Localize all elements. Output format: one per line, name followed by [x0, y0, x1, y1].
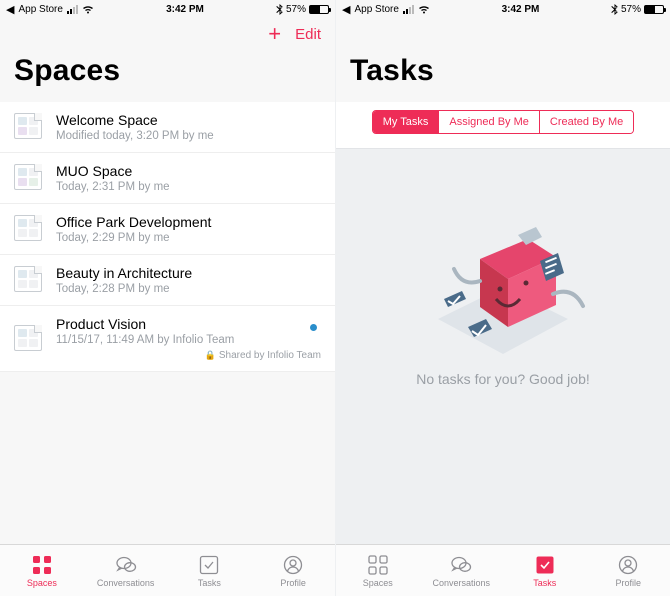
tab-spaces[interactable]: Spaces	[336, 545, 420, 596]
add-button[interactable]: +	[268, 21, 281, 47]
lock-icon: 🔒	[205, 350, 216, 360]
bluetooth-icon	[276, 4, 283, 15]
segment-created[interactable]: Created By Me	[540, 111, 633, 133]
profile-icon	[617, 554, 639, 576]
tasks-content: My Tasks Assigned By Me Created By Me	[336, 102, 670, 544]
tab-label: Profile	[615, 578, 641, 588]
battery-pct: 57%	[286, 4, 306, 15]
bluetooth-icon	[611, 4, 618, 15]
phone-tasks: ◀ App Store 3:42 PM 57% Tasks My Tasks A…	[335, 0, 670, 596]
tab-profile[interactable]: Profile	[251, 545, 335, 596]
space-row[interactable]: MUO Space Today, 2:31 PM by me	[0, 153, 335, 204]
space-row[interactable]: Beauty in Architecture Today, 2:28 PM by…	[0, 255, 335, 306]
edit-button[interactable]: Edit	[295, 26, 321, 43]
signal-icon	[403, 5, 414, 14]
space-title: Office Park Development	[56, 214, 321, 230]
chat-icon	[450, 554, 472, 576]
space-row[interactable]: Welcome Space Modified today, 3:20 PM by…	[0, 102, 335, 153]
space-thumb-icon	[14, 266, 44, 294]
space-sub: Today, 2:31 PM by me	[56, 181, 321, 193]
space-sub: 11/15/17, 11:49 AM by Infolio Team	[56, 334, 321, 346]
space-thumb-icon	[14, 164, 44, 192]
empty-text: No tasks for you? Good job!	[416, 371, 590, 387]
battery-icon	[644, 5, 664, 14]
segment-control: My Tasks Assigned By Me Created By Me	[336, 102, 670, 149]
space-sub: Today, 2:28 PM by me	[56, 283, 321, 295]
space-sub: Modified today, 3:20 PM by me	[56, 130, 321, 142]
tab-spaces[interactable]: Spaces	[0, 545, 84, 596]
wifi-icon	[82, 5, 94, 14]
page-title: Spaces	[0, 50, 335, 102]
space-row[interactable]: Product Vision 11/15/17, 11:49 AM by Inf…	[0, 306, 335, 372]
back-label[interactable]: App Store	[18, 4, 62, 15]
tab-profile[interactable]: Profile	[587, 545, 670, 596]
segment-assigned[interactable]: Assigned By Me	[439, 111, 539, 133]
tab-label: Conversations	[432, 578, 490, 588]
tab-label: Spaces	[363, 578, 393, 588]
check-icon	[198, 554, 220, 576]
empty-state: No tasks for you? Good job!	[336, 149, 670, 387]
check-icon	[534, 554, 556, 576]
clock: 3:42 PM	[430, 4, 611, 15]
nav-bar: + Edit	[0, 18, 335, 50]
back-icon[interactable]: ◀	[342, 3, 350, 16]
battery-icon	[309, 5, 329, 14]
status-bar: ◀ App Store 3:42 PM 57%	[0, 0, 335, 18]
back-label[interactable]: App Store	[354, 4, 398, 15]
tab-conversations[interactable]: Conversations	[84, 545, 168, 596]
space-sub: Today, 2:29 PM by me	[56, 232, 321, 244]
back-icon[interactable]: ◀	[6, 3, 14, 16]
space-thumb-icon	[14, 215, 44, 243]
clock: 3:42 PM	[94, 4, 276, 15]
page-title: Tasks	[336, 50, 670, 102]
chat-icon	[115, 554, 137, 576]
space-thumb-icon	[14, 113, 44, 141]
tab-label: Tasks	[198, 578, 221, 588]
tab-label: Spaces	[27, 578, 57, 588]
space-title: Beauty in Architecture	[56, 265, 321, 281]
nav-bar	[336, 18, 670, 50]
tab-bar: Spaces Conversations Tasks Profile	[0, 544, 335, 596]
shared-by: 🔒 Shared by Infolio Team	[56, 350, 321, 361]
space-title: MUO Space	[56, 163, 321, 179]
status-bar: ◀ App Store 3:42 PM 57%	[336, 0, 670, 18]
unread-dot-icon	[310, 324, 317, 331]
grid-icon	[31, 554, 53, 576]
wifi-icon	[418, 5, 430, 14]
grid-icon	[367, 554, 389, 576]
space-title: Product Vision	[56, 316, 321, 332]
space-thumb-icon	[14, 325, 44, 353]
tab-tasks[interactable]: Tasks	[168, 545, 252, 596]
phone-spaces: ◀ App Store 3:42 PM 57% + Edit Spaces We…	[0, 0, 335, 596]
tab-label: Conversations	[97, 578, 155, 588]
signal-icon	[67, 5, 78, 14]
space-title: Welcome Space	[56, 112, 321, 128]
empty-illustration-icon	[408, 199, 598, 359]
segment-my-tasks[interactable]: My Tasks	[373, 111, 440, 133]
spaces-list: Welcome Space Modified today, 3:20 PM by…	[0, 102, 335, 372]
profile-icon	[282, 554, 304, 576]
tab-label: Profile	[280, 578, 306, 588]
tab-conversations[interactable]: Conversations	[420, 545, 504, 596]
space-row[interactable]: Office Park Development Today, 2:29 PM b…	[0, 204, 335, 255]
tab-bar: Spaces Conversations Tasks Profile	[336, 544, 670, 596]
spaces-list-area: Welcome Space Modified today, 3:20 PM by…	[0, 102, 335, 544]
tab-tasks[interactable]: Tasks	[503, 545, 587, 596]
battery-pct: 57%	[621, 4, 641, 15]
tab-label: Tasks	[533, 578, 556, 588]
